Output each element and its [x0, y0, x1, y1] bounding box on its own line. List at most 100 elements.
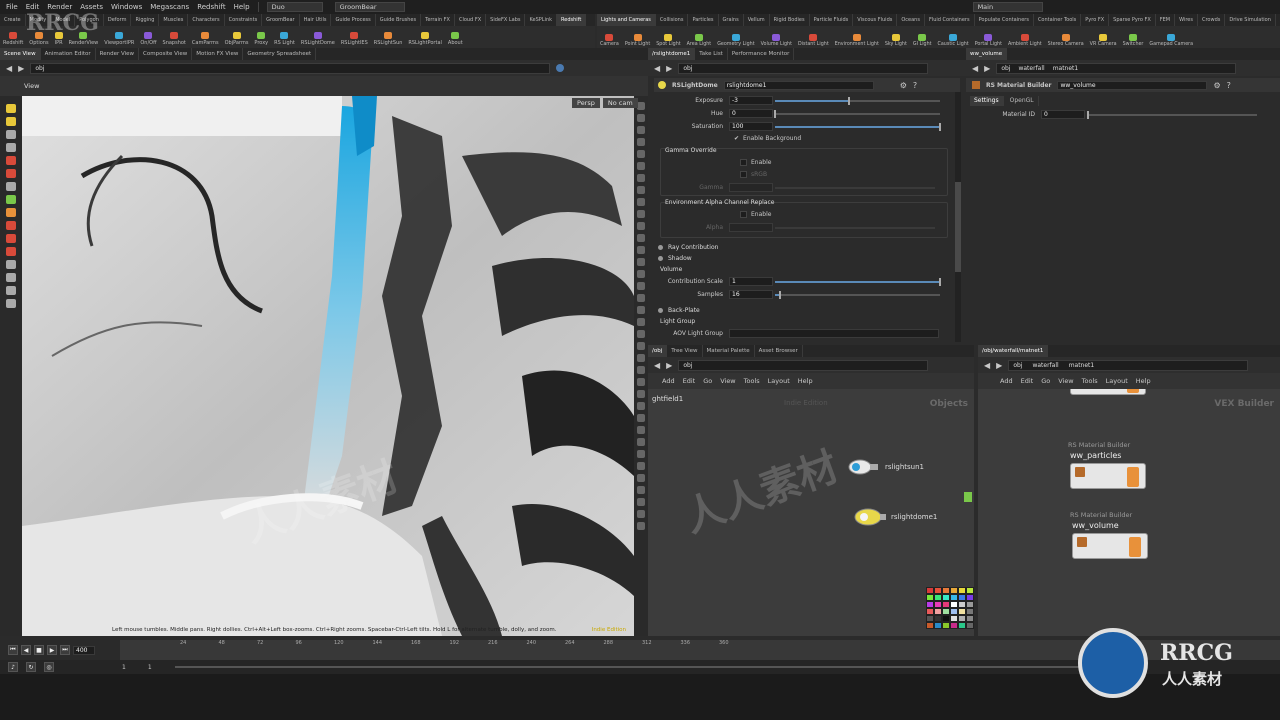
tab-take-list[interactable]: Take List — [695, 48, 728, 60]
shelf-tab-wires[interactable]: Wires — [1175, 14, 1198, 26]
groom-dropdown[interactable]: GroomBear — [334, 2, 405, 12]
saturation-field[interactable]: 100 — [729, 122, 773, 131]
shelf-tab-oceans[interactable]: Oceans — [897, 14, 925, 26]
help-icon[interactable]: ? — [1227, 81, 1231, 90]
shelf-tab-constraints[interactable]: Constraints — [225, 14, 263, 26]
palette-swatch[interactable] — [950, 594, 958, 601]
palette-swatch[interactable] — [966, 587, 974, 594]
shelf-tab-model[interactable]: Model — [51, 14, 76, 26]
shelf-tool-viewportipr[interactable]: ViewportIPR — [101, 32, 137, 46]
shelf-tab-fluid-containers[interactable]: Fluid Containers — [925, 14, 975, 26]
path-waterfall[interactable]: waterfall — [1018, 65, 1044, 72]
tab-matnet-path[interactable]: /obj/waterfall/matnet1 — [978, 345, 1049, 357]
gamma-slider[interactable] — [775, 186, 935, 189]
desktop-dropdown[interactable]: Duo — [266, 2, 323, 12]
palette-swatch[interactable] — [950, 608, 958, 615]
shelf-tool-switcher[interactable]: Switcher — [1120, 34, 1147, 47]
tab-tree-view[interactable]: Tree View — [667, 345, 703, 357]
shelf-tab-drive-simulation[interactable]: Drive Simulation — [1225, 14, 1276, 26]
display-option-16[interactable] — [637, 282, 645, 290]
vex-path-field[interactable]: obj waterfall matnet1 — [1008, 359, 1249, 371]
display-option-31[interactable] — [637, 462, 645, 470]
tab-ww-volume[interactable]: ww_volume — [966, 48, 1008, 60]
shelf-tool-camparms[interactable]: CamParms — [189, 32, 222, 46]
shelf-tool-gamepad-camera[interactable]: Gamepad Camera — [1146, 34, 1196, 47]
persp-button[interactable]: Persp — [572, 98, 600, 108]
current-frame-field[interactable]: 400 — [73, 645, 95, 655]
display-option-3[interactable] — [637, 126, 645, 134]
tab-opengl[interactable]: OpenGL — [1006, 96, 1039, 106]
viewport-path[interactable]: obj — [30, 62, 551, 74]
display-option-2[interactable] — [637, 114, 645, 122]
alpha-slider[interactable] — [775, 226, 935, 229]
shelf-tab-viscous-fluids[interactable]: Viscous Fluids — [853, 14, 898, 26]
viewport-tool-14[interactable] — [6, 273, 16, 282]
param-scrollbar-thumb[interactable] — [955, 182, 961, 272]
tab-geometry-spreadsheet[interactable]: Geometry Spreadsheet — [243, 48, 317, 60]
gamma-srgb-checkbox[interactable] — [740, 171, 747, 178]
start-frame-2[interactable]: 1 — [148, 664, 152, 671]
menu-go[interactable]: Go — [703, 377, 712, 385]
exposure-slider[interactable] — [775, 96, 940, 105]
shelf-tool-gi-light[interactable]: GI Light — [910, 34, 935, 47]
menu-tools[interactable]: Tools — [744, 377, 760, 385]
alpha-enable-checkbox[interactable] — [740, 211, 747, 218]
path-waterfall[interactable]: waterfall — [1032, 362, 1058, 369]
viewport-tool-7[interactable] — [6, 182, 16, 191]
start-frame[interactable]: 1 — [122, 664, 126, 671]
display-option-1[interactable] — [637, 102, 645, 110]
shelf-tool-ambient-light[interactable]: Ambient Light — [1005, 34, 1045, 47]
path-matnet[interactable]: matnet1 — [1069, 362, 1095, 369]
palette-swatch[interactable] — [942, 622, 950, 629]
tab-animation-editor[interactable]: Animation Editor — [41, 48, 96, 60]
samples-slider[interactable] — [775, 290, 940, 299]
shelf-tab-kesplink[interactable]: KeSPLink — [525, 14, 558, 26]
palette-swatch[interactable] — [942, 587, 950, 594]
shelf-tab-rigid-bodies[interactable]: Rigid Bodies — [770, 14, 810, 26]
palette-swatch[interactable] — [950, 622, 958, 629]
palette-swatch[interactable] — [958, 601, 966, 608]
param-path[interactable]: obj — [678, 62, 929, 74]
menu-windows[interactable]: Windows — [111, 3, 142, 11]
viewport-tool-4[interactable] — [6, 143, 16, 152]
display-option-6[interactable] — [637, 162, 645, 170]
shelf-tab-sparse-pyro-fx[interactable]: Sparse Pyro FX — [1109, 14, 1156, 26]
tab-material-palette[interactable]: Material Palette — [703, 345, 755, 357]
viewport-tool-3[interactable] — [6, 130, 16, 139]
shelf-tab-cloud-fx[interactable]: Cloud FX — [455, 14, 487, 26]
material-id-slider[interactable] — [1087, 110, 1257, 119]
ww-particles-node[interactable] — [1070, 463, 1146, 489]
shelf-tab-guide-process[interactable]: Guide Process — [331, 14, 376, 26]
shelf-tab-deform[interactable]: Deform — [104, 14, 132, 26]
menu-redshift[interactable]: Redshift — [197, 3, 225, 11]
network-editor-vex[interactable]: VEX Builder RS Material Builder ww_parti… — [978, 389, 1280, 636]
tab--rslightdome1[interactable]: /rslightdome1 — [648, 48, 696, 60]
color-palette[interactable] — [926, 587, 974, 635]
display-option-18[interactable] — [637, 306, 645, 314]
display-option-35[interactable] — [637, 510, 645, 518]
shelf-tool-portal-light[interactable]: Portal Light — [972, 34, 1005, 47]
menu-megascans[interactable]: Megascans — [150, 3, 189, 11]
display-option-25[interactable] — [637, 390, 645, 398]
shelf-tab-crowds[interactable]: Crowds — [1198, 14, 1226, 26]
shelf-tab-hair-utils[interactable]: Hair Utils — [300, 14, 332, 26]
shelf-tool-caustic-light[interactable]: Caustic Light — [935, 34, 972, 47]
contribution-scale-slider[interactable] — [775, 277, 941, 286]
menu-help[interactable]: Help — [1136, 377, 1151, 385]
display-option-13[interactable] — [637, 246, 645, 254]
menu-assets[interactable]: Assets — [80, 3, 103, 11]
palette-swatch[interactable] — [950, 587, 958, 594]
palette-swatch[interactable] — [926, 615, 934, 622]
shelf-tab-vellum[interactable]: Vellum — [744, 14, 770, 26]
ray-contribution-section[interactable]: Ray Contribution — [658, 244, 718, 251]
menu-layout[interactable]: Layout — [768, 377, 790, 385]
shelf-tool-vr-camera[interactable]: VR Camera — [1087, 34, 1120, 47]
display-option-34[interactable] — [637, 498, 645, 506]
shelf-tab-collisions[interactable]: Collisions — [656, 14, 689, 26]
palette-swatch[interactable] — [926, 594, 934, 601]
shelf-tab-sidefx-labs[interactable]: SideFX Labs — [486, 14, 526, 26]
display-option-10[interactable] — [637, 210, 645, 218]
display-option-8[interactable] — [637, 186, 645, 194]
param-scrollbar[interactable] — [955, 92, 961, 342]
display-option-30[interactable] — [637, 450, 645, 458]
